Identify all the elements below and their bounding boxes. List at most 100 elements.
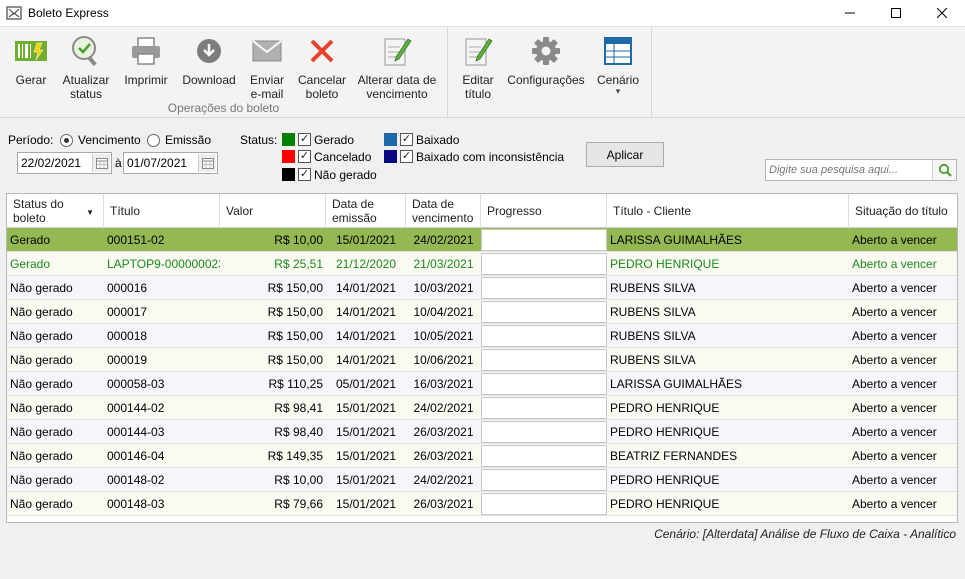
app-icon [6,6,22,20]
download-button[interactable]: Download [181,33,237,87]
progress-bar [481,277,607,299]
calendar-icon[interactable] [198,154,216,172]
date-to-field[interactable]: 01/07/2021 [123,152,218,174]
cell-situacao: Aberto a vencer [852,401,937,415]
window-title: Boleto Express [28,6,109,20]
cell-emissao: 14/01/2021 [335,281,397,295]
minimize-button[interactable] [827,0,873,26]
emissao-radio[interactable] [147,134,160,147]
cell-status: Não gerado [10,353,73,367]
imprimir-button[interactable]: Imprimir [121,33,171,87]
maximize-button[interactable] [873,0,919,26]
table-row[interactable]: Não gerado 000018 R$ 150,00 14/01/2021 10/05… [7,324,957,348]
aplicar-button[interactable]: Aplicar [586,142,664,167]
refresh-status-icon [72,36,97,67]
table-row[interactable]: Não gerado 000148-03 R$ 79,66 15/01/2021 26/… [7,492,957,516]
cell-cliente: PEDRO HENRIQUE [610,473,720,487]
enviar-email-button[interactable]: Enviar e-mail [246,33,288,101]
col-valor-header[interactable]: Valor [220,194,326,228]
cell-titulo: 000148-02 [107,473,165,487]
cell-situacao: Aberto a vencer [852,377,937,391]
date-from-field[interactable]: 22/02/2021 [17,152,112,174]
cell-cliente: RUBENS SILVA [610,329,696,343]
cancelado-checkbox[interactable]: ✓ [298,150,311,163]
table-row[interactable]: Gerado 000151-02 R$ 10,00 15/01/2021 24/02/2… [7,228,957,252]
cell-vencimento: 21/03/2021 [413,257,474,271]
cell-cliente: RUBENS SILVA [610,305,696,319]
col-cliente-header[interactable]: Título - Cliente [607,194,849,228]
cell-vencimento: 26/03/2021 [413,497,474,511]
baixado-checkbox[interactable]: ✓ [400,133,413,146]
baixado-inconsistencia-checkbox[interactable]: ✓ [400,150,413,163]
cell-titulo: 000151-02 [107,233,165,247]
filter-panel: Período: Vencimento Emissão 22/02/2021 à… [0,119,965,191]
emissao-label: Emissão [165,133,212,147]
table-row[interactable]: Não gerado 000016 R$ 150,00 14/01/2021 10/03… [7,276,957,300]
cell-valor: R$ 25,51 [274,257,323,271]
atualizar-label-1: Atualizar [62,73,110,87]
cell-vencimento: 26/03/2021 [413,425,474,439]
cell-vencimento: 10/04/2021 [413,305,474,319]
search-button[interactable] [932,160,956,180]
table-row[interactable]: Não gerado 000144-03 R$ 98,40 15/01/2021 26/… [7,420,957,444]
cell-emissao: 14/01/2021 [335,329,397,343]
cenario-dropdown-button[interactable]: Cenário ▾ [595,33,641,96]
download-label: Download [182,73,236,87]
cell-situacao: Aberto a vencer [852,281,937,295]
cell-titulo: 000017 [107,305,148,319]
config-label: Configurações [507,73,585,87]
ate-label: à [115,156,122,170]
cell-cliente: PEDRO HENRIQUE [610,401,720,415]
table-row[interactable]: Gerado LAPTOP9-000000023... R$ 25,51 21/12/… [7,252,957,276]
cell-cliente: RUBENS SILVA [610,281,696,295]
editar-label-2: título [464,87,491,101]
editar-titulo-button[interactable]: Editar título [459,33,497,101]
cell-status: Não gerado [10,401,73,415]
table-row[interactable]: Não gerado 000148-02 R$ 10,00 15/01/2021 24/… [7,468,957,492]
atualizar-status-button[interactable]: Atualizar status [60,33,112,101]
col-vencimento-label-2: vencimento [412,211,474,225]
gerado-color-swatch [282,133,295,146]
cell-titulo: 000016 [107,281,148,295]
gerar-button[interactable]: Gerar [13,33,49,87]
download-icon [197,39,221,63]
table-row[interactable]: Não gerado 000146-04 R$ 149,35 15/01/2021 26… [7,444,957,468]
calendar-icon[interactable] [92,154,110,172]
progress-bar [481,493,607,515]
table-row[interactable]: Não gerado 000144-02 R$ 98,41 15/01/2021 24/… [7,396,957,420]
close-icon [937,8,947,18]
boletos-table: Status do boleto ▼ Título Valor Data de … [6,193,958,523]
gerado-checkbox[interactable]: ✓ [298,133,311,146]
progress-bar [481,469,607,491]
configuracoes-button[interactable]: Configurações [506,33,586,87]
col-progresso-header[interactable]: Progresso [481,194,607,228]
title-bar: Boleto Express [0,0,965,26]
cancelar-boleto-button[interactable]: Cancelar boleto [297,33,347,101]
table-row[interactable]: Não gerado 000019 R$ 150,00 14/01/2021 10/06… [7,348,957,372]
search-input[interactable] [766,160,930,180]
col-emissao-header[interactable]: Data de emissão [326,194,406,228]
table-header: Status do boleto ▼ Título Valor Data de … [7,194,957,228]
cell-status: Gerado [10,233,51,247]
cell-status: Não gerado [10,473,73,487]
alterar-vencimento-button[interactable]: Alterar data de vencimento [356,33,438,101]
cell-valor: R$ 98,40 [274,425,323,439]
cell-titulo: 000018 [107,329,148,343]
cancel-x-icon [310,39,334,63]
table-row[interactable]: Não gerado 000058-03 R$ 110,25 05/01/2021 16… [7,372,957,396]
col-situacao-header[interactable]: Situação do título [849,194,957,228]
col-vencimento-header[interactable]: Data de vencimento [406,194,481,228]
ribbon-group-config: Editar título Configurações Cenário ▾ [449,27,652,118]
vencimento-radio[interactable] [60,134,73,147]
cell-cliente: PEDRO HENRIQUE [610,425,720,439]
nao-gerado-checkbox[interactable]: ✓ [298,168,311,181]
close-button[interactable] [919,0,965,26]
col-status-header[interactable]: Status do boleto ▼ [7,194,104,228]
cell-vencimento: 10/06/2021 [413,353,474,367]
table-row[interactable]: Não gerado 000017 R$ 150,00 14/01/2021 10/04… [7,300,957,324]
enviar-label-2: e-mail [250,87,284,101]
cell-valor: R$ 98,41 [274,401,323,415]
progress-bar [481,373,607,395]
cell-emissao: 15/01/2021 [335,233,397,247]
col-titulo-header[interactable]: Título [104,194,220,228]
